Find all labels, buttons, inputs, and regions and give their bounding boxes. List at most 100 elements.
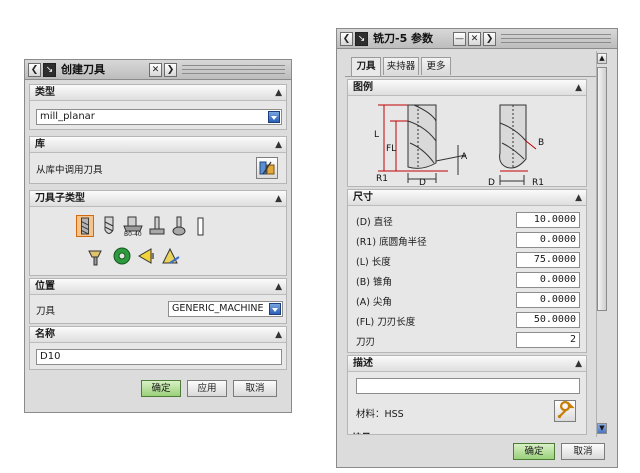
dimensions-section-header[interactable]: 尺寸 ▲ xyxy=(348,190,586,206)
label-B: B xyxy=(538,138,544,148)
library-browse-button[interactable] xyxy=(256,157,278,179)
pin-icon[interactable]: ↘ xyxy=(355,32,368,46)
flat-end-mill-drawing xyxy=(407,104,437,169)
param-label: (A) 尖角 xyxy=(356,297,392,308)
collapse-caret-icon[interactable]: ▲ xyxy=(575,191,582,206)
param-row: (R1) 底圆角半径 0.0000 xyxy=(348,232,586,250)
location-section-header[interactable]: 位置 ▲ xyxy=(30,279,286,295)
tool-subtype-section: 刀具子类型 ▲ B0-40 xyxy=(29,190,287,276)
description-section-header[interactable]: 描述 ▲ xyxy=(348,356,586,372)
expand-right-icon[interactable]: ❯ xyxy=(483,32,496,46)
location-header-label: 位置 xyxy=(35,281,55,292)
type-select[interactable]: mill_planar xyxy=(36,109,282,125)
param-label: (FL) 刀刃长度 xyxy=(356,317,416,328)
mill-params-titlebar: ❮ ↘ 铣刀-5 参数 — ✕ ❯ xyxy=(337,29,617,49)
pin-icon[interactable]: ↘ xyxy=(43,63,56,77)
library-section: 库 ▲ 从库中调用刀具 xyxy=(29,136,287,184)
wedge-tool-icon[interactable] xyxy=(136,245,156,267)
tab-more[interactable]: 更多 xyxy=(421,57,451,75)
t-slot-cutter-icon[interactable] xyxy=(148,215,166,237)
tool-name-input[interactable]: D10 xyxy=(36,349,282,365)
collapse-left-icon[interactable]: ❮ xyxy=(28,63,41,77)
collapse-caret-icon[interactable]: ▲ xyxy=(275,328,282,343)
type-section: 类型 ▲ mill_planar xyxy=(29,84,287,130)
collapse-left-icon[interactable]: ❮ xyxy=(340,32,353,46)
tapered-mill-drawing xyxy=(499,104,527,169)
create-tool-titlebar: ❮ ↘ 创建刀具 ✕ ❯ xyxy=(25,60,291,80)
probe-tool-icon[interactable] xyxy=(160,245,182,267)
collapse-caret-icon[interactable]: ▲ xyxy=(275,280,282,295)
diameter-input[interactable]: 10.0000 xyxy=(516,212,580,228)
thread-mill-icon[interactable] xyxy=(192,215,210,237)
drill-holder-icon[interactable] xyxy=(86,245,106,267)
legend-section-header[interactable]: 图例 ▲ xyxy=(348,80,586,96)
tool-dimension-diagram: L FL R1 D A B D R1 xyxy=(374,104,544,187)
param-label: (B) 锥角 xyxy=(356,277,392,288)
tab-holder[interactable]: 夹持器 xyxy=(383,57,419,75)
ok-button[interactable]: 确定 xyxy=(141,380,181,397)
collapse-caret-icon[interactable]: ▲ xyxy=(575,357,582,372)
label-FL: FL xyxy=(386,144,396,154)
tab-tool[interactable]: 刀具 xyxy=(351,57,381,76)
barrel-cutter-icon[interactable] xyxy=(170,215,188,237)
scroll-down-icon[interactable]: ▼ xyxy=(597,423,607,434)
mill-tool-icon[interactable] xyxy=(76,215,94,237)
tool-location-select[interactable]: GENERIC_MACHINE xyxy=(168,301,283,317)
mill-parameters-dialog: ❮ ↘ 铣刀-5 参数 — ✕ ❯ 刀具 夹持器 更多 图例 ▲ L FL R1… xyxy=(336,28,618,468)
param-label: 刀刃 xyxy=(356,337,376,348)
collapse-caret-icon[interactable]: ▲ xyxy=(575,81,582,96)
cancel-button[interactable]: 取消 xyxy=(233,380,277,397)
label-R1-left: R1 xyxy=(376,174,388,184)
corner-radius-input[interactable]: 0.0000 xyxy=(516,232,580,248)
scroll-thumb[interactable] xyxy=(597,67,607,311)
scroll-up-icon[interactable]: ▲ xyxy=(597,53,607,64)
collapse-caret-icon[interactable]: ▲ xyxy=(275,138,282,153)
chevron-down-icon[interactable] xyxy=(268,111,280,123)
close-icon[interactable]: ✕ xyxy=(149,63,162,77)
material-select-button[interactable] xyxy=(554,400,576,422)
gear-cutter-icon[interactable] xyxy=(112,245,132,267)
legend-header-label: 图例 xyxy=(353,82,373,93)
expand-right-icon[interactable]: ❯ xyxy=(164,63,177,77)
name-section-header[interactable]: 名称 ▲ xyxy=(30,327,286,343)
param-row: (L) 长度 75.0000 xyxy=(348,252,586,270)
dimensions-section: 尺寸 ▲ (D) 直径 10.0000 (R1) 底圆角半径 0.0000 (L)… xyxy=(347,189,587,353)
flute-length-input[interactable]: 50.0000 xyxy=(516,312,580,328)
apply-button[interactable]: 应用 xyxy=(187,380,227,397)
minimize-icon[interactable]: — xyxy=(453,32,466,46)
label-R1-right: R1 xyxy=(532,178,544,187)
description-section: 描述 ▲ 材料：HSS 编号 xyxy=(347,355,587,435)
dialog-title: 铣刀-5 参数 xyxy=(373,32,434,45)
param-label: (L) 长度 xyxy=(356,257,391,268)
chevron-down-icon[interactable] xyxy=(269,303,281,315)
param-label: (R1) 底圆角半径 xyxy=(356,237,427,248)
close-icon[interactable]: ✕ xyxy=(468,32,481,46)
chamfer-mill-icon[interactable]: B0-40 xyxy=(122,215,144,237)
ball-mill-icon[interactable] xyxy=(100,215,118,237)
flutes-input[interactable]: 2 xyxy=(516,332,580,348)
description-input[interactable] xyxy=(356,378,580,394)
library-section-header[interactable]: 库 ▲ xyxy=(30,137,286,153)
dimensions-header-label: 尺寸 xyxy=(353,192,373,203)
collapse-caret-icon[interactable]: ▲ xyxy=(275,86,282,101)
taper-angle-input[interactable]: 0.0000 xyxy=(516,272,580,288)
subtype-header-label: 刀具子类型 xyxy=(35,193,85,204)
type-header-label: 类型 xyxy=(35,87,55,98)
collapse-caret-icon[interactable]: ▲ xyxy=(275,192,282,207)
library-header-label: 库 xyxy=(35,139,45,150)
titlebar-grip xyxy=(501,34,611,43)
tip-angle-input[interactable]: 0.0000 xyxy=(516,292,580,308)
location-section: 位置 ▲ 刀具 GENERIC_MACHINE xyxy=(29,278,287,324)
material-label: 材料：HSS xyxy=(356,409,404,420)
create-tool-dialog: ❮ ↘ 创建刀具 ✕ ❯ 类型 ▲ mill_planar 库 ▲ 从库中调用刀具 … xyxy=(24,59,292,413)
numbering-header-partial: 编号 xyxy=(352,430,371,434)
tool-subtype-section-header[interactable]: 刀具子类型 ▲ xyxy=(30,191,286,207)
param-row: (FL) 刀刃长度 50.0000 xyxy=(348,312,586,330)
vertical-scrollbar[interactable]: ▲ ▼ xyxy=(596,51,608,437)
length-input[interactable]: 75.0000 xyxy=(516,252,580,268)
tool-location-value: GENERIC_MACHINE xyxy=(172,303,264,314)
ok-button[interactable]: 确定 xyxy=(513,443,555,460)
param-row: (B) 锥角 0.0000 xyxy=(348,272,586,290)
type-section-header[interactable]: 类型 ▲ xyxy=(30,85,286,101)
cancel-button[interactable]: 取消 xyxy=(561,443,605,460)
